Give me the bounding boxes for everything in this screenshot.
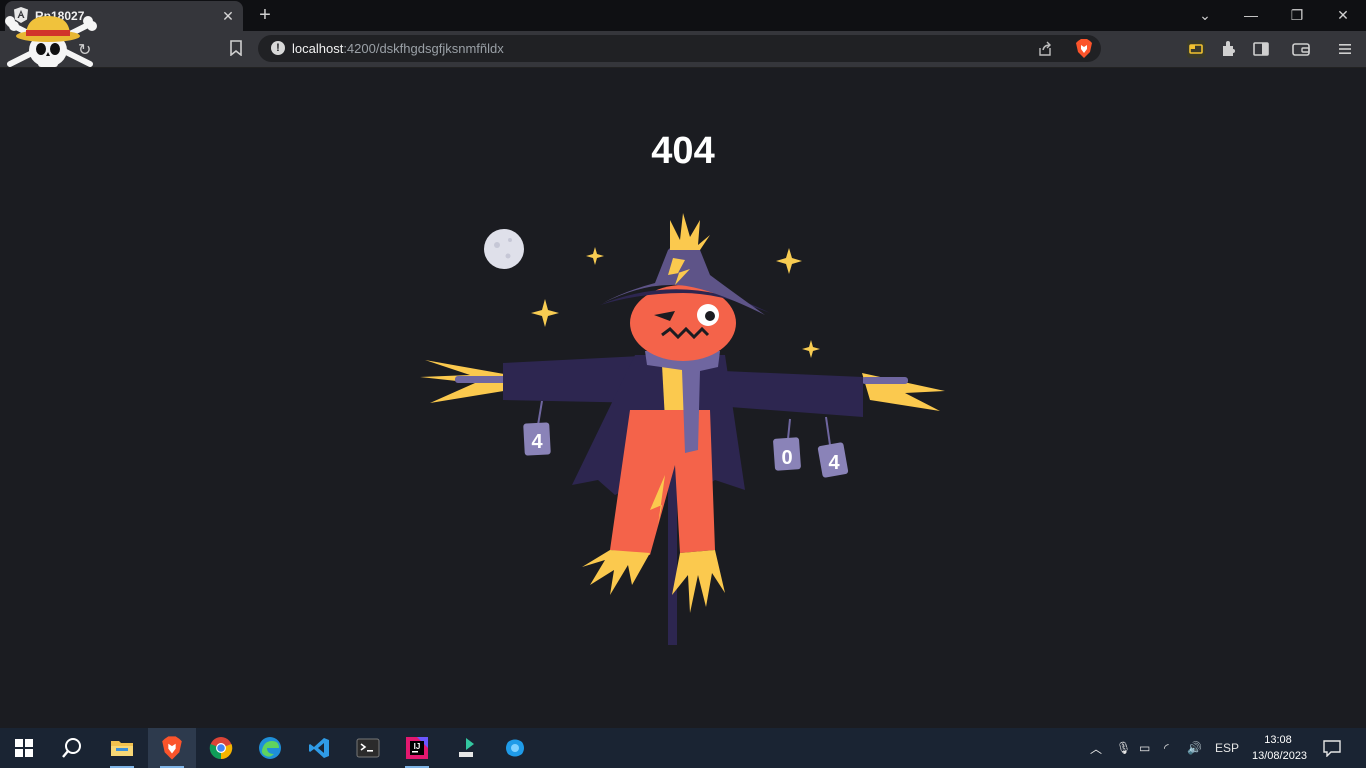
close-window-icon[interactable]: ✕ (1320, 0, 1366, 30)
input-language[interactable]: ESP (1215, 728, 1239, 768)
jetbrains-button[interactable]: IJ (393, 728, 441, 768)
windows-icon (15, 739, 33, 757)
tab-search-icon[interactable]: ⌄ (1182, 0, 1228, 30)
close-tab-icon[interactable]: ✕ (219, 7, 237, 25)
can-label: 0 (781, 447, 792, 469)
star-icon (586, 247, 604, 265)
search-button[interactable] (48, 728, 96, 768)
star-icon (776, 248, 802, 274)
volume-icon[interactable]: 🔊 (1187, 728, 1202, 768)
terminal-icon (356, 738, 380, 758)
jetbrains-icon: IJ (406, 737, 428, 759)
brave-button[interactable] (148, 728, 196, 768)
new-tab-button[interactable]: + (254, 5, 276, 25)
vscode-button[interactable] (295, 728, 343, 768)
page-title: 404 (651, 130, 715, 172)
git-client-button[interactable] (442, 728, 490, 768)
can-4-right: 4 (817, 442, 849, 478)
address-bar[interactable]: ! localhost:4200/dskfhgdsgfjksnmfñldx (258, 35, 1101, 62)
menu-icon[interactable] (1336, 40, 1354, 58)
wallet-icon[interactable] (1292, 40, 1310, 58)
can-label: 4 (828, 452, 840, 474)
battery-icon[interactable]: ▭ (1139, 728, 1150, 768)
git-client-icon (459, 738, 474, 757)
url-path: :4200/dskfhgdsgfjksnmfñldx (343, 41, 504, 56)
clock[interactable]: 13:08 13/08/2023 (1252, 732, 1308, 764)
brave-icon (162, 736, 182, 760)
clock-date: 13/08/2023 (1252, 750, 1308, 762)
site-info-icon[interactable]: ! (271, 41, 285, 55)
chrome-icon (209, 737, 233, 760)
terminal-button[interactable] (344, 728, 392, 768)
notifications-icon[interactable] (1322, 728, 1342, 768)
share-icon[interactable] (1037, 41, 1053, 57)
svg-text:IJ: IJ (414, 742, 421, 751)
star-icon (531, 299, 559, 327)
edge-icon (259, 737, 281, 759)
clock-time: 13:08 (1264, 734, 1292, 746)
url-host: localhost (292, 41, 344, 56)
wallet-key-icon[interactable] (1187, 40, 1205, 58)
taskbar: IJ ︿ 🎙 ▭ ◜ 🔊 ESP 13:08 13/08/2023 (0, 728, 1366, 768)
wifi-icon[interactable]: ◜ (1164, 728, 1169, 768)
reload-icon[interactable]: ↻ (78, 40, 91, 60)
sidebar-icon[interactable] (1252, 40, 1270, 58)
extensions-icon[interactable] (1220, 40, 1238, 58)
chrome-button[interactable] (197, 728, 245, 768)
minimize-icon[interactable]: — (1228, 0, 1274, 30)
can-4-left: 4 (523, 422, 551, 456)
vscode-icon (309, 738, 329, 758)
url-text[interactable]: localhost:4200/dskfhgdsgfjksnmfñldx (292, 41, 504, 56)
microphone-icon[interactable]: 🎙 (1116, 728, 1131, 768)
show-hidden-icons-chevron-icon[interactable]: ︿ (1090, 728, 1102, 768)
search-icon (62, 738, 81, 758)
app-icon (506, 739, 524, 757)
edge-button[interactable] (246, 728, 294, 768)
file-explorer-icon (111, 741, 133, 756)
restore-icon[interactable]: ❐ (1274, 0, 1320, 30)
scarecrow-illustration: 4 0 4 (420, 213, 945, 645)
star-icon (802, 340, 820, 358)
file-explorer-button[interactable] (98, 728, 146, 768)
bookmark-icon[interactable] (229, 40, 243, 56)
can-0: 0 (773, 437, 801, 471)
brave-shields-icon[interactable] (1075, 39, 1093, 58)
tab-bar: Rp18027 ✕ + ⌄ — ❐ ✕ (0, 0, 1366, 31)
moon-icon (484, 229, 524, 269)
can-label: 4 (531, 431, 543, 453)
app-button[interactable] (491, 728, 539, 768)
start-button[interactable] (0, 728, 48, 768)
